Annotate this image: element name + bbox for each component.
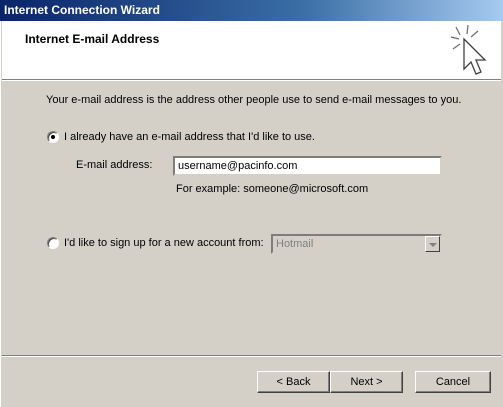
email-address-input[interactable] xyxy=(173,156,442,176)
email-address-label: E-mail address: xyxy=(76,159,153,171)
cancel-button[interactable]: Cancel xyxy=(415,371,491,393)
existing-address-label[interactable]: I already have an e-mail address that I'… xyxy=(64,131,315,143)
wizard-header: Internet E-mail Address xyxy=(2,21,501,80)
new-account-label[interactable]: I'd like to sign up for a new account fr… xyxy=(64,237,264,249)
back-button[interactable]: < Back xyxy=(257,371,330,393)
wizard-sparkle-cursor-icon xyxy=(450,25,487,75)
chevron-down-icon[interactable] xyxy=(425,236,440,252)
provider-select[interactable]: Hotmail xyxy=(271,234,442,254)
title-bar[interactable]: Internet Connection Wizard xyxy=(0,0,503,21)
button-area-divider xyxy=(2,355,501,357)
email-example-text: For example: someone@microsoft.com xyxy=(176,183,369,195)
intro-text: Your e-mail address is the address other… xyxy=(46,94,462,106)
window-title: Internet Connection Wizard xyxy=(4,3,160,17)
page-title: Internet E-mail Address xyxy=(25,32,160,46)
header-divider xyxy=(2,80,501,81)
next-button[interactable]: Next > xyxy=(330,371,403,393)
provider-select-value: Hotmail xyxy=(276,238,314,250)
new-account-radio[interactable] xyxy=(47,237,59,249)
radio-selected-dot xyxy=(51,135,55,139)
existing-address-radio[interactable] xyxy=(47,131,59,143)
